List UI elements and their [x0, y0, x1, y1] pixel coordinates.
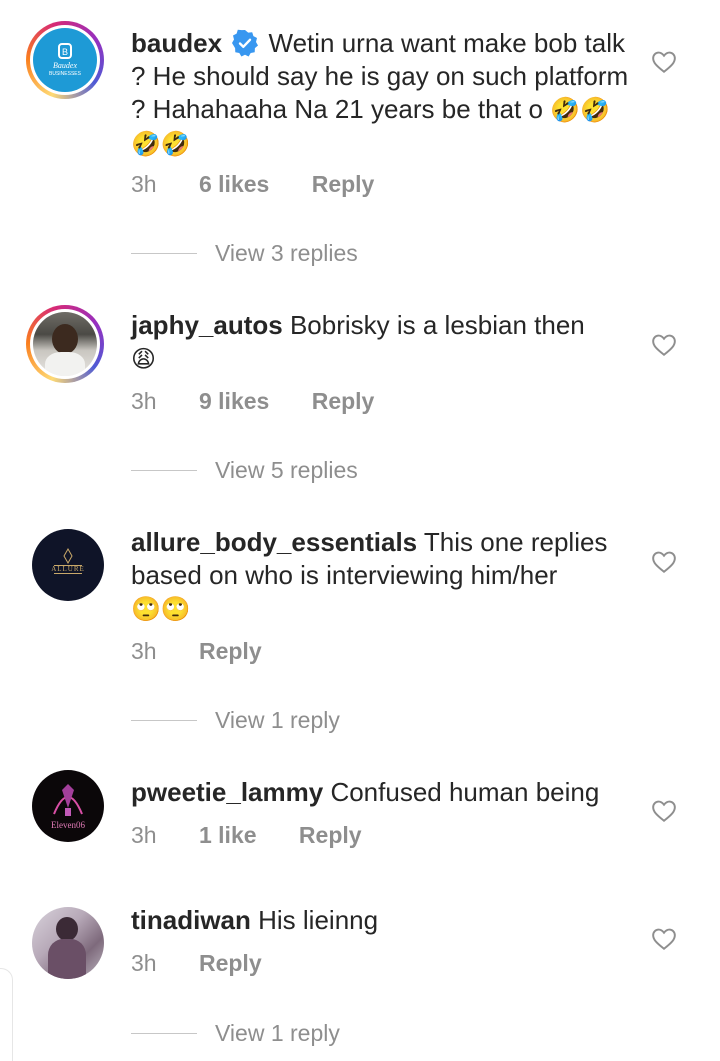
- divider-line: [131, 253, 197, 254]
- likes-count[interactable]: 6 likes: [199, 171, 269, 197]
- avatar[interactable]: [26, 305, 104, 383]
- view-replies-button[interactable]: View 3 replies: [131, 240, 358, 267]
- avatar-brand-text: Eleven06: [51, 820, 85, 830]
- comment-time: 3h: [131, 822, 157, 848]
- heart-icon[interactable]: [651, 49, 677, 75]
- username[interactable]: japhy_autos: [131, 310, 283, 340]
- comment-text: Confused human being: [323, 777, 600, 807]
- heart-icon[interactable]: [651, 549, 677, 575]
- comment-text: His lieinng: [250, 905, 379, 935]
- comment-time: 3h: [131, 171, 157, 197]
- divider-line: [131, 720, 197, 721]
- likes-count[interactable]: 9 likes: [199, 388, 269, 414]
- reply-button[interactable]: Reply: [199, 638, 262, 664]
- heart-icon[interactable]: [651, 926, 677, 952]
- comment-body: baudex Wetin urna want make bob talk ? H…: [131, 27, 631, 161]
- divider-line: [131, 470, 197, 471]
- avatar[interactable]: B Baudex BUSINESSES: [26, 21, 104, 99]
- avatar[interactable]: [32, 907, 104, 979]
- avatar-brand-text: Baudex: [53, 61, 77, 70]
- edge-divider: [0, 968, 13, 1061]
- verified-badge-icon: [232, 29, 259, 57]
- comment-body: japhy_autos Bobrisky is a lesbian then 😩: [131, 309, 631, 376]
- username[interactable]: baudex: [131, 28, 222, 58]
- comment-text: Bobrisky is a lesbian then: [282, 310, 585, 340]
- divider-line: [131, 1033, 197, 1034]
- likes-count[interactable]: 1 like: [199, 822, 257, 848]
- avatar-brand-subtext: BUSINESSES: [49, 71, 81, 77]
- avatar[interactable]: ALLURE: [32, 529, 104, 601]
- heart-icon[interactable]: [651, 332, 677, 358]
- comment-time: 3h: [131, 950, 157, 976]
- view-replies-label: View 3 replies: [215, 240, 358, 266]
- view-replies-button[interactable]: View 1 reply: [131, 707, 340, 734]
- emoji: 😩: [131, 345, 157, 373]
- svg-text:B: B: [62, 47, 68, 57]
- comment-body: tinadiwan His lieinng: [131, 904, 631, 937]
- view-replies-button[interactable]: View 1 reply: [131, 1020, 340, 1047]
- reply-button[interactable]: Reply: [299, 822, 362, 848]
- comment-time: 3h: [131, 638, 157, 664]
- username[interactable]: pweetie_lammy: [131, 777, 323, 807]
- reply-button[interactable]: Reply: [199, 950, 262, 976]
- view-replies-label: View 1 reply: [215, 707, 340, 733]
- username[interactable]: tinadiwan: [131, 905, 251, 935]
- reply-button[interactable]: Reply: [312, 388, 375, 414]
- username[interactable]: allure_body_essentials: [131, 527, 417, 557]
- view-replies-label: View 5 replies: [215, 457, 358, 483]
- avatar-brand-text: ALLURE: [51, 565, 85, 573]
- avatar[interactable]: Eleven06: [32, 770, 104, 842]
- comment-time: 3h: [131, 388, 157, 414]
- view-replies-button[interactable]: View 5 replies: [131, 457, 358, 484]
- comment-body: allure_body_essentials This one replies …: [131, 526, 631, 626]
- reply-button[interactable]: Reply: [312, 171, 375, 197]
- comment-body: pweetie_lammy Confused human being: [131, 776, 631, 809]
- emoji: 🙄🙄: [131, 595, 191, 623]
- heart-icon[interactable]: [651, 798, 677, 824]
- view-replies-label: View 1 reply: [215, 1020, 340, 1046]
